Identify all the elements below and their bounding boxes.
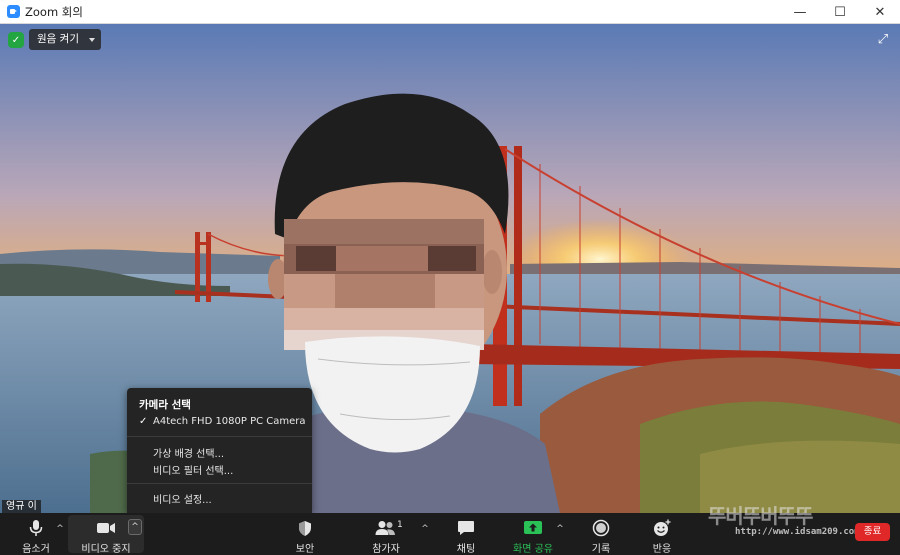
participants-options-caret[interactable]: ^ <box>420 524 430 534</box>
caret-down-icon[interactable] <box>88 38 95 42</box>
stop-video-label: 비디오 중지 <box>81 544 131 555</box>
smiley-icon <box>653 517 671 539</box>
camera-menu: 카메라 선택 ✓ A4tech FHD 1080P PC Camera 가상 배… <box>127 388 312 513</box>
audio-options-caret[interactable]: ^ <box>55 524 65 534</box>
record-label: 기록 <box>591 544 611 555</box>
share-screen-label: 화면 공유 <box>513 544 553 555</box>
share-screen-icon <box>523 517 543 539</box>
security-button[interactable]: 보안 <box>290 513 320 555</box>
participants-label: 참가자 <box>372 544 400 555</box>
maximize-button[interactable]: ☐ <box>820 0 860 24</box>
original-sound-button[interactable]: 원음 켜기 <box>29 29 101 50</box>
close-button[interactable]: ✕ <box>860 0 900 24</box>
camera-menu-title: 카메라 선택 <box>139 399 191 411</box>
chat-label: 채팅 <box>456 544 476 555</box>
shield-icon <box>298 517 312 539</box>
microphone-icon <box>29 517 43 539</box>
participants-count: 1 <box>397 520 403 530</box>
reactions-label: 반응 <box>652 544 672 555</box>
window-controls: — ☐ ✕ <box>780 0 900 24</box>
reactions-button[interactable]: 반응 <box>648 513 676 555</box>
fullscreen-icon[interactable]: ⤢ <box>876 33 890 47</box>
camera-icon <box>96 517 116 539</box>
virtual-background-item[interactable]: 가상 배경 선택... <box>153 445 224 460</box>
menu-divider <box>127 436 312 437</box>
video-settings-item[interactable]: 비디오 설정... <box>153 491 212 506</box>
camera-device-item[interactable]: A4tech FHD 1080P PC Camera <box>153 416 306 427</box>
mute-button[interactable]: 음소거 <box>18 513 54 555</box>
video-options-caret[interactable]: ^ <box>128 519 142 535</box>
chat-icon <box>457 517 475 539</box>
record-button[interactable]: 기록 <box>588 513 614 555</box>
chat-button[interactable]: 채팅 <box>452 513 480 555</box>
zoom-app-icon <box>7 5 20 18</box>
record-icon <box>592 517 610 539</box>
stop-video-button[interactable]: 비디오 중지 <box>78 513 134 555</box>
shield-icon[interactable]: ✓ <box>8 32 24 48</box>
original-sound-label: 원음 켜기 <box>37 33 79 45</box>
watermark-url: http://www.idsam209.com <box>735 527 860 537</box>
security-label: 보안 <box>295 544 315 555</box>
check-icon: ✓ <box>139 416 148 427</box>
participant-name-tag: 영규 이 <box>2 500 41 513</box>
participants-icon <box>375 517 397 539</box>
minimize-button[interactable]: — <box>780 0 820 24</box>
window-title: Zoom 회의 <box>25 4 83 19</box>
video-filter-item[interactable]: 비디오 필터 선택... <box>153 462 233 477</box>
menu-divider <box>127 483 312 484</box>
end-meeting-button[interactable]: 종료 <box>855 523 890 541</box>
watermark-logo: 뚜버뚜버뚜뚜 <box>708 504 813 528</box>
share-options-caret[interactable]: ^ <box>555 524 565 534</box>
share-screen-button[interactable]: 화면 공유 <box>512 513 554 555</box>
mute-label: 음소거 <box>22 544 50 555</box>
title-bar: Zoom 회의 — ☐ ✕ <box>0 0 900 24</box>
